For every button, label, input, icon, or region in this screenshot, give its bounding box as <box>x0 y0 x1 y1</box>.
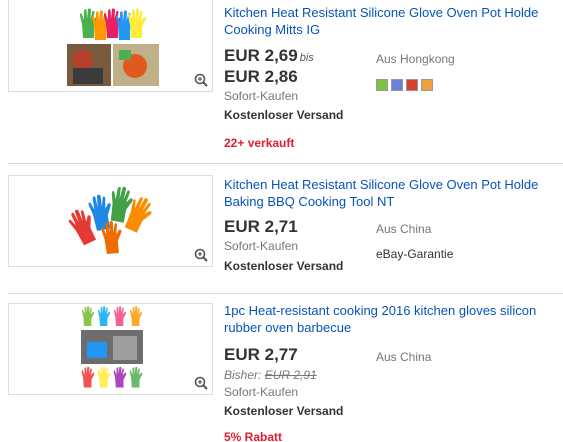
color-swatch-orange[interactable] <box>421 79 433 91</box>
product-thumbnail[interactable] <box>8 175 213 267</box>
color-swatch-red[interactable] <box>406 79 418 91</box>
price: EUR 2,71 <box>224 217 298 236</box>
shipping-info: Kostenloser Versand <box>224 108 344 122</box>
search-result-item: 1pc Heat-resistant cooking 2016 kitchen … <box>0 293 563 442</box>
listing-title-line-1[interactable]: Kitchen Heat Resistant Silicone Glove Ov… <box>224 176 563 193</box>
price: EUR 2,77 <box>224 345 298 364</box>
listing-title-link[interactable]: 1pc Heat-resistant cooking 2016 kitchen … <box>224 302 563 336</box>
glove-product-image <box>81 306 143 388</box>
listing-title-line-2[interactable]: Baking BBQ Cooking Tool NT <box>224 193 563 210</box>
search-result-item: Kitchen Heat Resistant Silicone Glove Ov… <box>0 0 563 163</box>
zoom-icon[interactable] <box>194 376 208 390</box>
buy-format: Sofort-Kaufen <box>224 239 299 253</box>
item-location: Aus China <box>376 350 432 364</box>
listing-title-line-2[interactable]: Cooking Mitts IG <box>224 21 563 38</box>
product-thumbnail[interactable] <box>8 303 213 395</box>
ebay-guarantee: eBay-Garantie <box>376 247 454 261</box>
price-low: EUR 2,69 <box>224 46 298 65</box>
price-range-separator: bis <box>299 52 314 64</box>
item-location: Aus Hongkong <box>376 52 455 66</box>
sold-count: 22+ verkauft <box>224 136 295 150</box>
listing-title-line-1[interactable]: Kitchen Heat Resistant Silicone Glove Ov… <box>224 4 563 21</box>
shipping-info: Kostenloser Versand <box>224 404 344 418</box>
zoom-icon[interactable] <box>194 73 208 87</box>
previous-price-value: EUR 2,91 <box>264 368 317 382</box>
item-location: Aus China <box>376 222 432 236</box>
discount-badge: 5% Rabatt <box>224 430 283 442</box>
color-swatch-blue[interactable] <box>391 79 403 91</box>
listing-title-link[interactable]: Kitchen Heat Resistant Silicone Glove Ov… <box>224 176 563 210</box>
previous-price: Bisher: EUR 2,91 <box>224 368 317 382</box>
color-swatch-green[interactable] <box>376 79 388 91</box>
glove-product-image <box>67 8 159 86</box>
shipping-info: Kostenloser Versand <box>224 259 344 273</box>
price-range-high: EUR 2,86 <box>224 67 298 86</box>
glove-product-image <box>65 184 157 255</box>
color-swatches <box>376 79 433 91</box>
listing-title-link[interactable]: Kitchen Heat Resistant Silicone Glove Ov… <box>224 4 563 38</box>
previous-price-label: Bisher: <box>224 368 262 382</box>
price-range-low: EUR 2,69 bis <box>224 46 314 66</box>
zoom-icon[interactable] <box>194 248 208 262</box>
buy-format: Sofort-Kaufen <box>224 89 299 103</box>
product-thumbnail[interactable] <box>8 0 213 92</box>
search-result-item: Kitchen Heat Resistant Silicone Glove Ov… <box>0 163 563 293</box>
buy-format: Sofort-Kaufen <box>224 385 299 399</box>
listing-title-line-2[interactable]: rubber oven barbecue <box>224 319 563 336</box>
listing-title-line-1[interactable]: 1pc Heat-resistant cooking 2016 kitchen … <box>224 302 563 319</box>
